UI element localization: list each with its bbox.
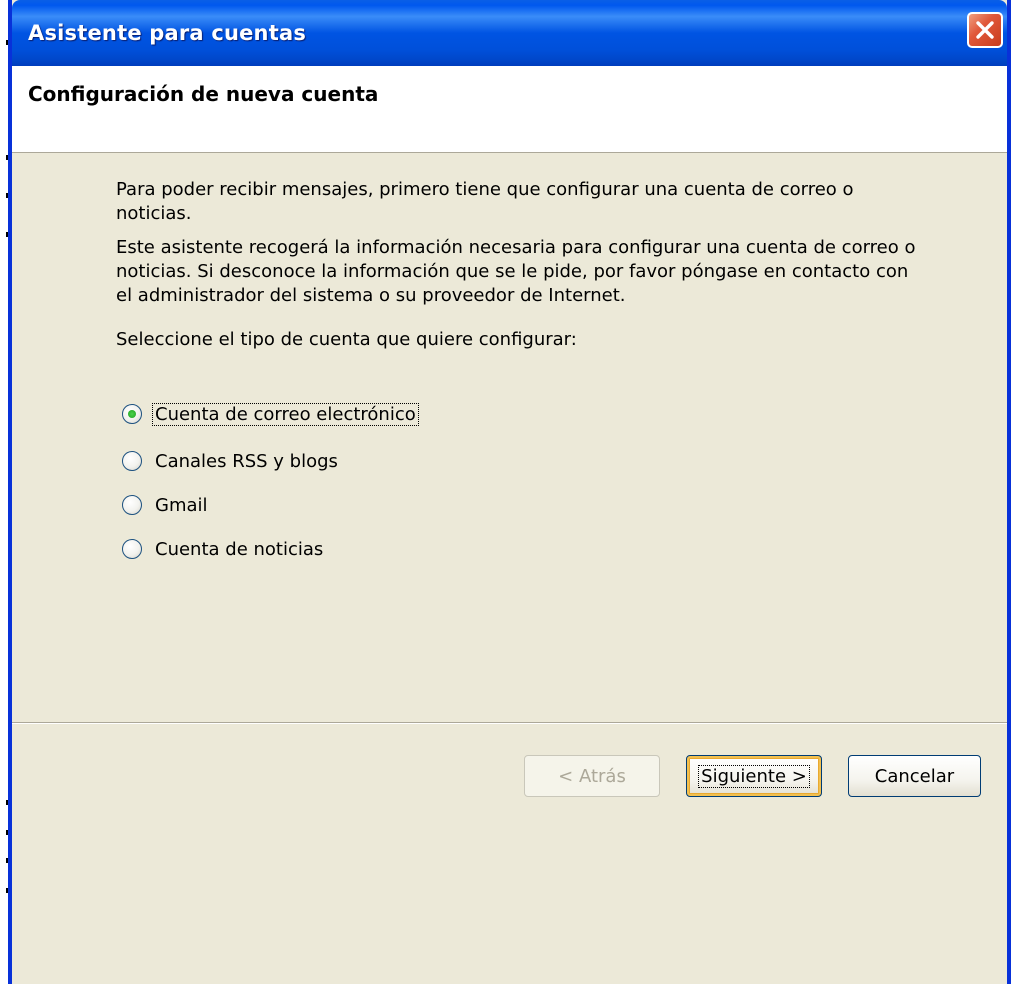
footer-divider bbox=[12, 722, 1007, 724]
wizard-header: Configuración de nueva cuenta bbox=[12, 66, 1007, 153]
next-button-label: Siguiente > bbox=[698, 764, 810, 788]
radio-option-gmail[interactable]: Gmail bbox=[122, 491, 210, 519]
radio-option-rss-blogs[interactable]: Canales RSS y blogs bbox=[122, 447, 340, 475]
radio-button[interactable] bbox=[122, 539, 142, 559]
wizard-content: Para poder recibir mensajes, primero tie… bbox=[12, 152, 1007, 722]
radio-label: Cuenta de correo electrónico bbox=[152, 402, 419, 426]
next-button[interactable]: Siguiente > bbox=[686, 755, 822, 797]
back-button[interactable]: < Atrás bbox=[524, 755, 660, 797]
intro-paragraph: Para poder recibir mensajes, primero tie… bbox=[116, 179, 854, 224]
radio-label: Cuenta de noticias bbox=[155, 538, 324, 560]
radio-button[interactable] bbox=[122, 404, 142, 424]
page-title: Configuración de nueva cuenta bbox=[28, 82, 379, 106]
back-button-label: < Atrás bbox=[558, 765, 626, 787]
cancel-button-label: Cancelar bbox=[874, 765, 955, 787]
radio-option-news-account[interactable]: Cuenta de noticias bbox=[122, 535, 325, 563]
cancel-button[interactable]: Cancelar bbox=[848, 755, 981, 797]
description-paragraph: Este asistente recogerá la información n… bbox=[116, 237, 916, 306]
window-title: Asistente para cuentas bbox=[28, 21, 307, 45]
radio-button[interactable] bbox=[122, 495, 142, 515]
close-icon bbox=[976, 21, 994, 39]
radio-button[interactable] bbox=[122, 451, 142, 471]
account-wizard-dialog: Asistente para cuentas Configuración de … bbox=[8, 0, 1011, 984]
title-bar[interactable]: Asistente para cuentas bbox=[12, 0, 1007, 66]
radio-label: Canales RSS y blogs bbox=[155, 450, 338, 472]
radio-option-email-account[interactable]: Cuenta de correo electrónico bbox=[122, 400, 419, 428]
background-edge bbox=[0, 0, 9, 984]
radio-label: Gmail bbox=[155, 494, 208, 516]
account-type-prompt: Seleccione el tipo de cuenta que quiere … bbox=[116, 329, 577, 350]
close-button[interactable] bbox=[967, 12, 1003, 48]
